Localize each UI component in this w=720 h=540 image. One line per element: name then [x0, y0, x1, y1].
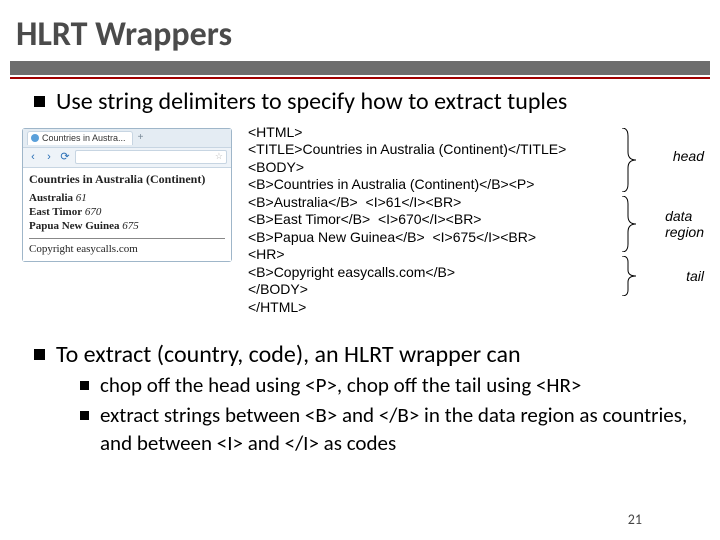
bullet-2: To extract (country, code), an HLRT wrap… — [34, 340, 702, 458]
page-row: East Timor 670 — [29, 205, 225, 219]
browser-page: Countries in Australia (Continent) Austr… — [23, 168, 231, 261]
url-bar: ☆ — [75, 150, 227, 164]
page-copyright: Copyright easycalls.com — [29, 243, 225, 255]
slide-title: HLRT Wrappers — [0, 0, 720, 61]
page-hr — [29, 238, 225, 239]
brace-tail — [620, 256, 636, 296]
title-divider — [0, 61, 720, 79]
page-heading: Countries in Australia (Continent) — [29, 172, 225, 187]
bullet-2-sub-2: extract strings between <B> and </B> in … — [80, 402, 702, 457]
nav-forward-icon: › — [43, 151, 55, 163]
slide-body: Use string delimiters to specify how to … — [0, 79, 720, 458]
brace-label-data: data region — [665, 208, 704, 240]
html-source: <HTML> <TITLE>Countries in Australia (Co… — [248, 124, 588, 317]
bullet-2-sub-1: chop off the head using <P>, chop off th… — [80, 372, 702, 400]
bullet-1: Use string delimiters to specify how to … — [34, 87, 702, 118]
bookmark-star-icon: ☆ — [215, 151, 223, 162]
browser-tabbar: Countries in Austra... + — [23, 129, 231, 148]
tab-favicon — [31, 134, 39, 142]
brace-head — [620, 128, 636, 192]
browser-mock: Countries in Austra... + ‹ › ⟳ ☆ Countri… — [22, 128, 232, 262]
divider-grey — [10, 61, 710, 75]
page-row: Papua New Guinea 675 — [29, 219, 225, 233]
brace-label-head: head — [673, 148, 704, 164]
reload-icon: ⟳ — [59, 151, 71, 163]
nav-back-icon: ‹ — [27, 151, 39, 163]
brace-data — [620, 196, 636, 252]
brace-label-tail: tail — [686, 268, 704, 284]
page-number: 21 — [628, 511, 642, 528]
src-line: </HTML> — [248, 299, 588, 317]
page-row: Australia 61 — [29, 191, 225, 205]
src-line: <HTML> — [248, 124, 588, 142]
figure: Countries in Austra... + ‹ › ⟳ ☆ Countri… — [34, 124, 702, 334]
slide: HLRT Wrappers Use string delimiters to s… — [0, 0, 720, 540]
src-line: <B>Countries in Australia (Continent)</B… — [248, 176, 588, 194]
src-line: <B>Copyright easycalls.com</B> — [248, 264, 588, 282]
src-line: </BODY> — [248, 281, 588, 299]
src-line: <B>Australia</B> <I>61</I><BR> — [248, 194, 588, 212]
browser-toolbar: ‹ › ⟳ ☆ — [23, 148, 231, 168]
tab-title: Countries in Austra... — [42, 133, 126, 143]
src-line: <BODY> — [248, 159, 588, 177]
src-line: <TITLE>Countries in Australia (Continent… — [248, 141, 588, 159]
browser-tab: Countries in Austra... — [27, 131, 133, 145]
src-line: <HR> — [248, 246, 588, 264]
src-line: <B>Papua New Guinea</B> <I>675</I><BR> — [248, 229, 588, 247]
bullet-2-text: To extract (country, code), an HLRT wrap… — [56, 340, 521, 369]
tab-plus-icon: + — [136, 133, 146, 143]
src-line: <B>East Timor</B> <I>670</I><BR> — [248, 211, 588, 229]
